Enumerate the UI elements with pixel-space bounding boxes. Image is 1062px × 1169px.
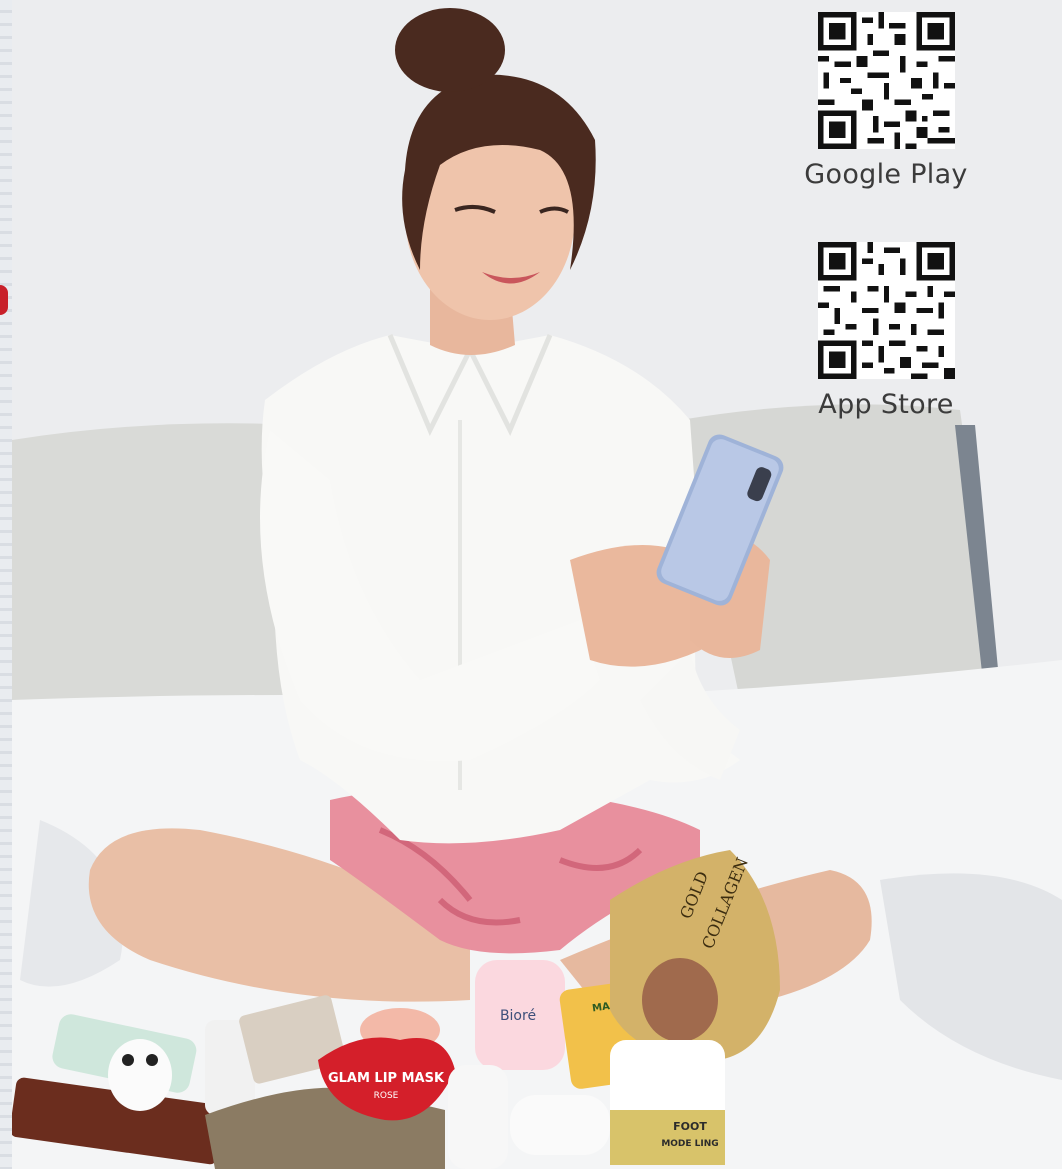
left-edge-marker [0,285,8,315]
qr-code-icon [817,12,955,149]
qr-code-icon [817,242,955,379]
app-store-download[interactable]: App Store [791,242,981,420]
google-play-download[interactable]: Google Play [791,12,981,190]
lip-mask-label: GLAM LIP MASK [328,1071,445,1086]
cleanser-brand-label: Bioré [500,1008,536,1024]
google-play-label[interactable]: Google Play [791,159,981,190]
modeling-label: MODE LING [661,1139,718,1149]
foot-label: FOOT [673,1120,707,1133]
left-edge-strip [0,0,12,1169]
app-store-label[interactable]: App Store [791,389,981,420]
lip-mask-sub-label: ROSE [374,1091,399,1101]
